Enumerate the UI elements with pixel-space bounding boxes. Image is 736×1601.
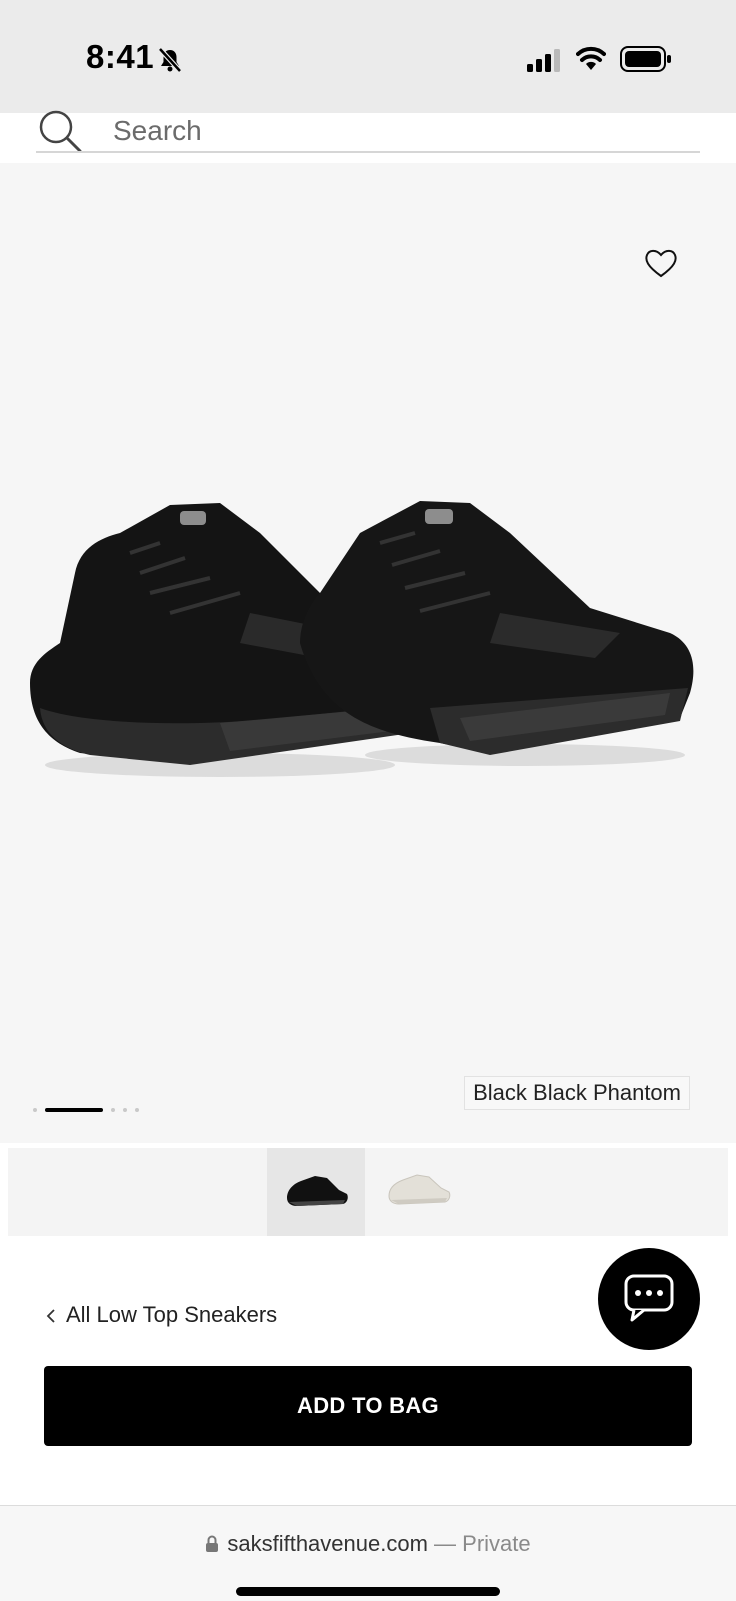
pager-dot[interactable] xyxy=(135,1108,139,1112)
search-underline xyxy=(36,151,700,153)
heart-icon[interactable] xyxy=(644,248,678,278)
color-name-label: Black Black Phantom xyxy=(464,1076,690,1110)
status-time: 8:41 xyxy=(86,38,155,75)
pager-dot[interactable] xyxy=(111,1108,115,1112)
url-separator: — xyxy=(434,1531,457,1556)
browser-address-bar[interactable]: saksfifthavenue.com — Private xyxy=(0,1505,736,1601)
product-image xyxy=(30,501,694,777)
url-domain: saksfifthavenue.com xyxy=(227,1531,428,1556)
wifi-icon xyxy=(576,46,606,70)
status-bar: 8:41 xyxy=(0,0,736,113)
thumbnail-white-colorway[interactable] xyxy=(373,1148,471,1236)
pager-dot[interactable] xyxy=(33,1108,37,1112)
pager-dot-active[interactable] xyxy=(45,1108,103,1112)
search-bar[interactable]: Search xyxy=(0,110,736,163)
product-gallery[interactable]: Black Black Phantom xyxy=(0,163,736,1143)
home-indicator[interactable] xyxy=(236,1587,500,1596)
colorway-thumbnails xyxy=(8,1148,728,1236)
search-icon[interactable] xyxy=(36,107,84,155)
breadcrumb-back-link[interactable]: All Low Top Sneakers xyxy=(46,1302,277,1328)
search-input[interactable]: Search xyxy=(113,115,202,147)
thumbnail-black-colorway[interactable] xyxy=(267,1148,365,1236)
chevron-left-icon xyxy=(46,1309,55,1323)
bell-slash-icon xyxy=(158,47,182,73)
battery-icon xyxy=(620,46,671,72)
signal-icon xyxy=(527,49,560,72)
pager-dot[interactable] xyxy=(123,1108,127,1112)
lock-icon xyxy=(206,1535,219,1552)
add-to-bag-button[interactable]: ADD TO BAG xyxy=(44,1366,692,1446)
black-shoe-thumbnail xyxy=(287,1176,348,1206)
breadcrumb-label: All Low Top Sneakers xyxy=(66,1302,278,1327)
url-privacy-label: Private xyxy=(462,1531,531,1556)
chat-button[interactable] xyxy=(598,1248,700,1350)
chat-bubble-icon xyxy=(624,1274,674,1322)
white-shoe-thumbnail xyxy=(388,1174,451,1205)
url-display[interactable]: saksfifthavenue.com — Private xyxy=(0,1531,736,1557)
